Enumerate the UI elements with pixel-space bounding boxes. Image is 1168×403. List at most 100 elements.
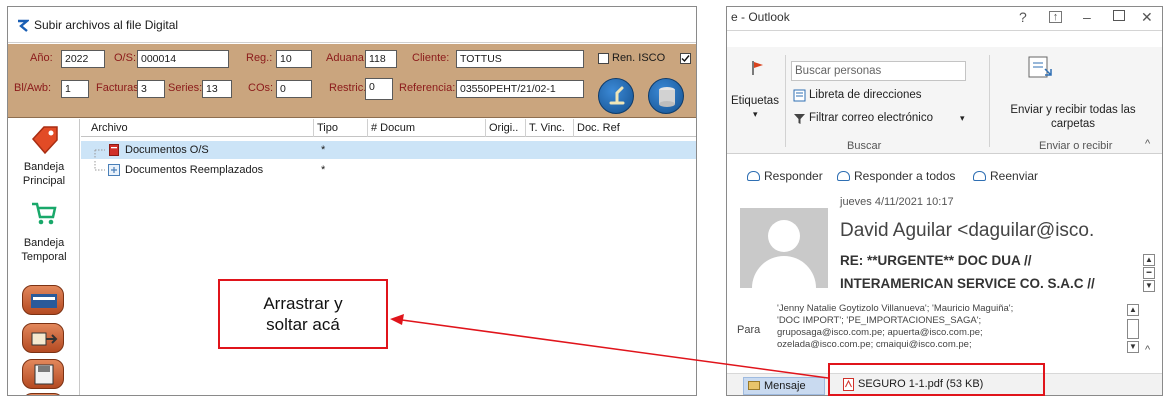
flag-icon[interactable] bbox=[749, 59, 767, 77]
facturas-field[interactable]: 3 bbox=[137, 80, 165, 98]
maximize-icon[interactable] bbox=[1113, 10, 1125, 21]
reply-actions: Responder Responder a todos Reenviar bbox=[727, 165, 1162, 189]
check-icon bbox=[681, 55, 690, 63]
scanner-button[interactable] bbox=[22, 285, 64, 315]
send-receive-icon[interactable] bbox=[1025, 55, 1053, 81]
drag-drop-callout: Arrastrar y soltar acá bbox=[218, 279, 388, 349]
transfer-button[interactable] bbox=[22, 323, 64, 353]
recipients-line: 'DOC IMPORT'; 'PE_IMPORTACIONES_SAGA'; bbox=[777, 315, 982, 326]
bandeja-principal-label[interactable]: Bandeja Principal bbox=[8, 160, 80, 188]
collapse-header-icon[interactable]: ^ bbox=[1145, 344, 1150, 356]
table-row[interactable]: Documentos O/S * bbox=[81, 141, 696, 159]
subject-scroll-mid[interactable]: ━ bbox=[1143, 267, 1155, 279]
address-book-icon bbox=[793, 89, 806, 102]
series-label: Series: bbox=[168, 82, 203, 94]
files-grid: Archivo Tipo # Docum Origi.. T. Vinc. Do… bbox=[81, 119, 696, 395]
tree-line-icon bbox=[94, 149, 105, 159]
search-people-input[interactable]: Buscar personas bbox=[791, 61, 966, 81]
reply-label: Responder bbox=[764, 169, 823, 183]
etiquetas-dropdown-icon[interactable]: ▾ bbox=[753, 109, 758, 120]
referencia-label: Referencia: bbox=[399, 82, 456, 94]
col-num-docum[interactable]: # Docum bbox=[371, 122, 415, 134]
scan-button[interactable] bbox=[598, 78, 634, 114]
tag-icon[interactable] bbox=[27, 123, 61, 157]
col-divider bbox=[313, 119, 314, 137]
address-book-button[interactable]: Libreta de direcciones bbox=[809, 89, 922, 101]
row-tipo: * bbox=[321, 144, 326, 156]
attachment-highlight bbox=[828, 363, 1045, 396]
reply-icon bbox=[747, 171, 760, 181]
filter-email-button[interactable]: Filtrar correo electrónico bbox=[809, 112, 933, 124]
subject-scroll-up[interactable]: ▲ bbox=[1143, 254, 1155, 266]
recipients-scroll-thumb[interactable] bbox=[1127, 319, 1139, 339]
grid-header: Archivo Tipo # Docum Origi.. T. Vinc. Do… bbox=[81, 119, 696, 137]
forward-button[interactable]: Reenviar bbox=[973, 169, 1038, 183]
reply-all-icon bbox=[837, 171, 850, 181]
pdf-file-icon bbox=[109, 144, 119, 156]
referencia-field[interactable]: 03550PEHT/21/02-1 bbox=[456, 80, 584, 98]
ribbon-separator bbox=[785, 55, 786, 147]
table-row[interactable]: Documentos Reemplazados * bbox=[81, 161, 696, 179]
cos-field[interactable]: 0 bbox=[276, 80, 312, 98]
reply-all-button[interactable]: Responder a todos bbox=[837, 169, 955, 183]
reg-field[interactable]: 10 bbox=[276, 50, 312, 68]
cart-icon[interactable] bbox=[29, 199, 59, 227]
message-tab[interactable]: Mensaje bbox=[743, 377, 825, 395]
subject-scroll-down[interactable]: ▼ bbox=[1143, 280, 1155, 292]
send-receive-all-button[interactable]: Enviar y recibir todas las carpetas bbox=[993, 103, 1153, 131]
recipients-scroll-up[interactable]: ▲ bbox=[1127, 304, 1139, 316]
aduana-field[interactable]: 118 bbox=[365, 50, 397, 68]
row-tipo: * bbox=[321, 164, 326, 176]
os-field[interactable]: 000014 bbox=[137, 50, 229, 68]
bl-field[interactable]: 1 bbox=[61, 80, 89, 98]
anio-field[interactable]: 2022 bbox=[61, 50, 105, 68]
cos-label: COs: bbox=[248, 82, 274, 94]
avatar-head bbox=[768, 220, 800, 252]
etiquetas-button[interactable]: Etiquetas bbox=[731, 95, 779, 107]
recipients-line: ozelada@isco.com.pe; cmaiqui@isco.com.pe… bbox=[777, 339, 972, 350]
col-tipo[interactable]: Tipo bbox=[317, 122, 338, 134]
filter-icon bbox=[794, 114, 805, 124]
bandeja-temporal-label[interactable]: Bandeja Temporal bbox=[8, 236, 80, 264]
email-date: jueves 4/11/2021 10:17 bbox=[840, 196, 954, 208]
document-icon bbox=[108, 164, 120, 176]
cliente-field[interactable]: TOTTUS bbox=[456, 50, 584, 68]
os-form: Año: 2022 O/S: 000014 Reg.: 10 Aduana 11… bbox=[8, 44, 696, 118]
reply-button[interactable]: Responder bbox=[747, 169, 823, 183]
series-field[interactable]: 13 bbox=[202, 80, 232, 98]
group-enviar-label: Enviar o recibir bbox=[1039, 140, 1113, 152]
email-sender[interactable]: David Aguilar <daguilar@isco. bbox=[840, 220, 1094, 242]
col-doc-ref[interactable]: Doc. Ref bbox=[577, 122, 620, 134]
save-button[interactable] bbox=[22, 359, 64, 389]
restore-ribbon-icon[interactable]: ↑ bbox=[1049, 11, 1062, 23]
scanner-icon bbox=[31, 294, 57, 308]
outlook-title-bar: e - Outlook ? ↑ – ✕ bbox=[727, 7, 1162, 31]
restric-label: Restric.: bbox=[329, 82, 370, 94]
filter-dropdown-icon[interactable]: ▾ bbox=[960, 113, 965, 124]
collapse-ribbon-icon[interactable]: ^ bbox=[1145, 138, 1150, 150]
title-bar: Subir archivos al file Digital bbox=[8, 7, 696, 43]
outlook-title: e - Outlook bbox=[731, 10, 790, 24]
anio-label: Año: bbox=[30, 52, 53, 64]
cliente-label: Cliente: bbox=[412, 52, 450, 64]
database-button[interactable] bbox=[648, 78, 684, 114]
floppy-disk-icon bbox=[34, 364, 54, 385]
ribbon-separator bbox=[989, 55, 990, 147]
forward-icon bbox=[973, 171, 986, 181]
extra-checkbox[interactable] bbox=[680, 53, 691, 64]
help-icon[interactable]: ? bbox=[1019, 9, 1027, 25]
col-archivo[interactable]: Archivo bbox=[91, 122, 128, 134]
minimize-icon[interactable]: – bbox=[1083, 9, 1091, 25]
recipients-line: gruposaga@isco.com.pe; apuerta@isco.com.… bbox=[777, 327, 983, 338]
ren-isco-checkbox[interactable] bbox=[598, 53, 609, 64]
transfer-icon bbox=[31, 332, 58, 346]
col-divider bbox=[485, 119, 486, 137]
col-divider bbox=[525, 119, 526, 137]
col-t-vinc[interactable]: T. Vinc. bbox=[529, 122, 565, 134]
row-archivo: Documentos Reemplazados bbox=[125, 164, 264, 176]
more-button[interactable] bbox=[22, 393, 64, 395]
restric-field[interactable]: 0 bbox=[365, 78, 393, 100]
close-icon[interactable]: ✕ bbox=[1141, 9, 1153, 26]
recipients-scroll-down[interactable]: ▼ bbox=[1127, 341, 1139, 353]
col-origi[interactable]: Origi.. bbox=[489, 122, 518, 134]
